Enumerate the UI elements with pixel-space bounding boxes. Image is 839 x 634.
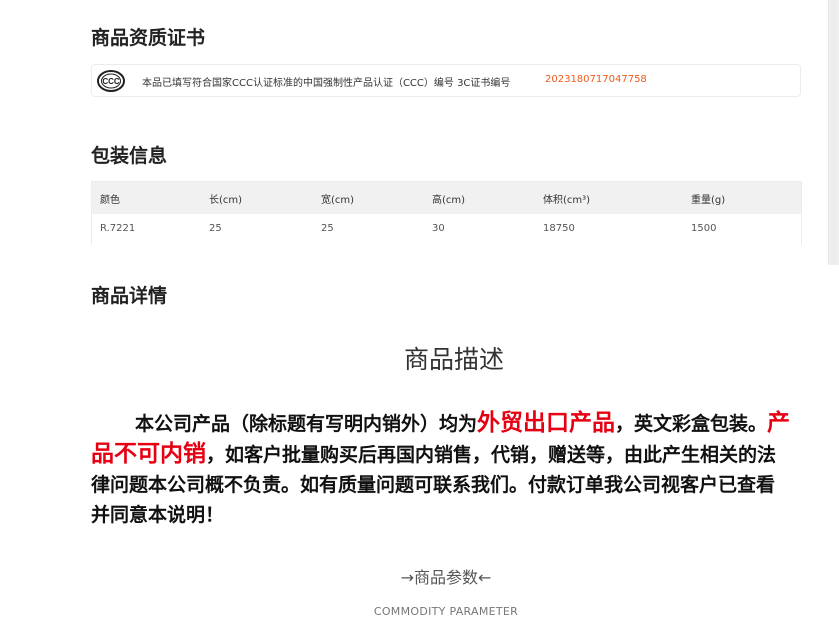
table-header-row: 颜色 长(cm) 宽(cm) 高(cm) 体积(cm³) 重量(g) [92,182,801,214]
svg-text:CCC: CCC [102,77,120,86]
ccc-logo-icon: CCC [97,70,125,92]
description-text: 本公司产品（除标题有写明内销外）均为外贸出口产品，英文彩盒包装。产品不可内销，如… [91,408,791,530]
cell-width: 25 [321,223,334,234]
scrollbar-thumb[interactable] [831,0,837,265]
certificate-text: 本品已填写符合国家CCC认证标准的中国强制性产品认证（CCC）编号 3C证书编号 [142,78,511,89]
certificate-section-title: 商品资质证书 [91,27,206,49]
packaging-table: 颜色 长(cm) 宽(cm) 高(cm) 体积(cm³) 重量(g) R.722… [91,181,802,246]
highlight-export-product: 外贸出口产品 [477,410,616,436]
header-length: 长(cm) [209,195,243,206]
packaging-section-title: 包装信息 [91,145,168,167]
header-color: 颜色 [100,195,120,206]
description-heading: 商品描述 [403,345,504,374]
cell-length: 25 [209,223,222,234]
cell-height: 30 [432,223,445,234]
header-height: 高(cm) [432,195,466,206]
cell-color: R.7221 [100,223,136,234]
cell-weight: 1500 [691,223,717,234]
details-section-title: 商品详情 [91,285,168,307]
parameter-subheading: COMMODITY PARAMETER [373,605,519,618]
header-volume: 体积(cm³) [543,195,591,206]
description-part-2: ，英文彩盒包装。 [615,413,768,435]
certificate-number: 2023180717047758 [545,74,647,85]
scrollbar[interactable] [828,0,839,265]
description-part-1: 本公司产品（除标题有写明内销外）均为 [135,413,478,435]
table-row: R.7221 25 25 30 18750 1500 [92,214,801,246]
header-weight: 重量(g) [691,195,726,206]
parameter-heading: →商品参数← [400,568,492,587]
cell-volume: 18750 [543,223,575,234]
certificate-box: CCC 本品已填写符合国家CCC认证标准的中国强制性产品认证（CCC）编号 3C… [91,64,801,97]
header-width: 宽(cm) [321,195,355,206]
